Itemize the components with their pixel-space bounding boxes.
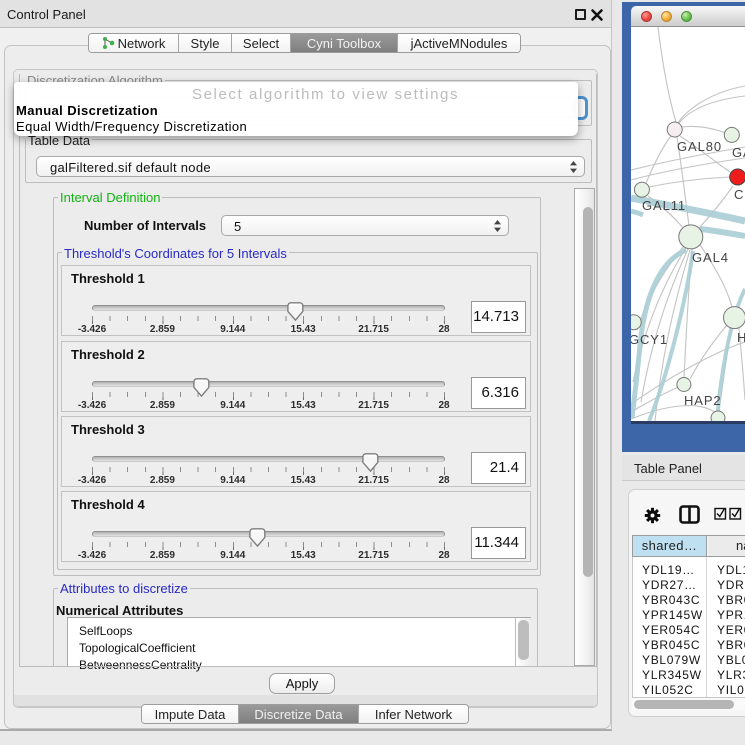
svg-text:GAL11: GAL11 <box>642 198 686 213</box>
svg-text:GCY1: GCY1 <box>631 332 668 347</box>
svg-text:C: C <box>734 187 744 202</box>
svg-text:GA: GA <box>732 145 745 160</box>
svg-text:HAP2: HAP2 <box>684 393 722 408</box>
svg-text:H: H <box>737 330 745 345</box>
svg-text:GAL80: GAL80 <box>677 139 722 154</box>
svg-text:GAL4: GAL4 <box>692 250 729 265</box>
